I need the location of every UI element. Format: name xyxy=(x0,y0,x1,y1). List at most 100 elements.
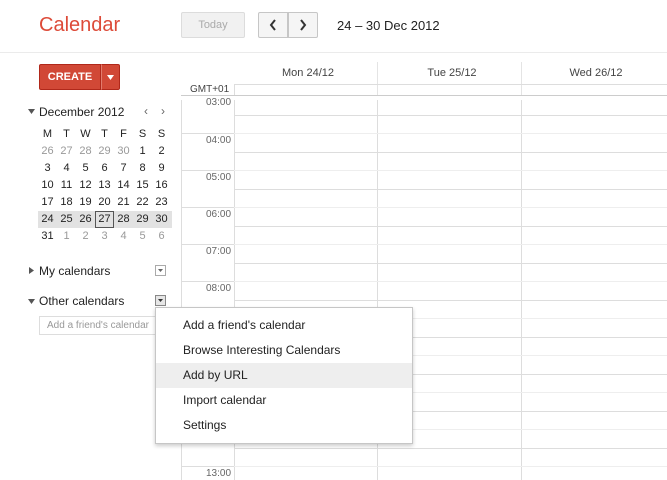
hour-line xyxy=(181,281,234,282)
day-divider xyxy=(377,62,378,95)
mini-day[interactable]: 19 xyxy=(76,194,95,211)
mini-day[interactable]: 21 xyxy=(114,194,133,211)
mini-day[interactable]: 14 xyxy=(114,177,133,194)
hour-line xyxy=(234,448,667,449)
mini-day[interactable]: 4 xyxy=(57,160,76,177)
menu-item-add-friend-calendar[interactable]: Add a friend's calendar xyxy=(156,313,412,338)
mini-prev-month-icon[interactable]: ‹ xyxy=(144,104,148,118)
mini-day[interactable]: 3 xyxy=(95,228,114,245)
mini-day[interactable]: 26 xyxy=(38,143,57,160)
my-calendars-label: My calendars xyxy=(39,264,111,278)
previous-week-button[interactable] xyxy=(258,12,288,38)
menu-item-add-by-url[interactable]: Add by URL xyxy=(156,363,412,388)
mini-day[interactable]: 29 xyxy=(95,143,114,160)
hour-line xyxy=(181,207,234,208)
today-button[interactable]: Today xyxy=(181,12,245,38)
menu-item-browse-calendars[interactable]: Browse Interesting Calendars xyxy=(156,338,412,363)
next-week-button[interactable] xyxy=(288,12,318,38)
hour-line xyxy=(181,244,234,245)
other-calendars-section[interactable]: Other calendars xyxy=(28,294,168,310)
hour-line xyxy=(234,300,667,301)
expand-triangle-icon xyxy=(29,267,34,274)
create-button[interactable]: CREATE xyxy=(39,64,101,90)
mini-day[interactable]: 15 xyxy=(133,177,152,194)
mini-week-row: 3 4 5 6 7 8 9 xyxy=(38,160,172,177)
mini-day[interactable]: 30 xyxy=(114,143,133,160)
create-dropdown-button[interactable] xyxy=(101,64,120,90)
caret-down-icon xyxy=(158,299,163,302)
mini-week-row: 17 18 19 20 21 22 23 xyxy=(38,194,172,211)
time-label: 07:00 xyxy=(206,246,232,257)
mini-day[interactable]: 10 xyxy=(38,177,57,194)
mini-day[interactable]: 5 xyxy=(133,228,152,245)
mini-calendar-header: December 2012 ‹ › xyxy=(28,104,173,121)
mini-day[interactable]: 6 xyxy=(152,228,171,245)
hour-line xyxy=(234,226,667,227)
time-label: 03:00 xyxy=(206,97,232,108)
mini-day[interactable]: 12 xyxy=(76,177,95,194)
mini-day[interactable]: 8 xyxy=(133,160,152,177)
mini-day[interactable]: 28 xyxy=(114,211,133,228)
mini-day[interactable]: 1 xyxy=(133,143,152,160)
mini-day[interactable]: 1 xyxy=(57,228,76,245)
mini-day[interactable]: 25 xyxy=(57,211,76,228)
header-divider xyxy=(0,52,667,53)
mini-day[interactable]: 6 xyxy=(95,160,114,177)
mini-day[interactable]: 22 xyxy=(133,194,152,211)
mini-day[interactable]: 29 xyxy=(133,211,152,228)
mini-day[interactable]: 3 xyxy=(38,160,57,177)
date-range-label: 24 – 30 Dec 2012 xyxy=(337,18,440,33)
mini-day[interactable]: 16 xyxy=(152,177,171,194)
mini-day[interactable]: 30 xyxy=(152,211,171,228)
half-hour-line xyxy=(234,466,667,467)
my-calendars-menu-button[interactable] xyxy=(155,265,166,276)
weekday-label: M xyxy=(42,128,53,140)
mini-day[interactable]: 13 xyxy=(95,177,114,194)
time-label: 06:00 xyxy=(206,209,232,220)
mini-day[interactable]: 31 xyxy=(38,228,57,245)
day-header[interactable]: Mon 24/12 xyxy=(236,67,380,79)
timezone-label: GMT+01 xyxy=(190,84,230,95)
my-calendars-section[interactable]: My calendars xyxy=(28,264,168,280)
other-calendars-menu-button[interactable] xyxy=(155,295,166,306)
mini-day[interactable]: 27 xyxy=(57,143,76,160)
mini-day[interactable]: 11 xyxy=(57,177,76,194)
mini-week-row: 26 27 28 29 30 1 2 xyxy=(38,143,172,160)
mini-day[interactable]: 17 xyxy=(38,194,57,211)
weekday-label: W xyxy=(80,128,91,140)
app-title[interactable]: Calendar xyxy=(39,14,120,37)
time-label: 05:00 xyxy=(206,172,232,183)
mini-day[interactable]: 24 xyxy=(38,211,57,228)
other-calendars-menu: Add a friend's calendar Browse Interesti… xyxy=(155,307,413,444)
mini-next-month-icon[interactable]: › xyxy=(161,104,165,118)
add-friend-calendar-input[interactable]: Add a friend's calendar xyxy=(39,316,156,335)
day-header[interactable]: Tue 25/12 xyxy=(380,67,524,79)
mini-day[interactable]: 7 xyxy=(114,160,133,177)
menu-item-import-calendar[interactable]: Import calendar xyxy=(156,388,412,413)
mini-day[interactable]: 20 xyxy=(95,194,114,211)
time-label: 08:00 xyxy=(206,283,232,294)
mini-day-today[interactable]: 27 xyxy=(95,211,114,228)
mini-day[interactable]: 23 xyxy=(152,194,171,211)
mini-weekday-row: M T W T F S S xyxy=(38,126,172,143)
mini-day[interactable]: 18 xyxy=(57,194,76,211)
menu-item-settings[interactable]: Settings xyxy=(156,413,412,438)
weekday-label: T xyxy=(63,128,70,140)
half-hour-line xyxy=(234,281,667,282)
time-label: 13:00 xyxy=(206,468,232,479)
mini-day[interactable]: 4 xyxy=(114,228,133,245)
day-header[interactable]: Wed 26/12 xyxy=(524,67,667,79)
half-hour-line xyxy=(234,170,667,171)
mini-day[interactable]: 26 xyxy=(76,211,95,228)
mini-day[interactable]: 9 xyxy=(152,160,171,177)
weekday-label: T xyxy=(101,128,108,140)
mini-day[interactable]: 2 xyxy=(152,143,171,160)
day-divider xyxy=(521,100,522,480)
mini-calendar-month: December 2012 xyxy=(39,105,125,119)
mini-day[interactable]: 5 xyxy=(76,160,95,177)
weekday-label: S xyxy=(138,128,147,140)
other-calendars-label: Other calendars xyxy=(39,294,125,308)
mini-day[interactable]: 28 xyxy=(76,143,95,160)
collapse-triangle-icon[interactable] xyxy=(28,109,35,114)
mini-day[interactable]: 2 xyxy=(76,228,95,245)
